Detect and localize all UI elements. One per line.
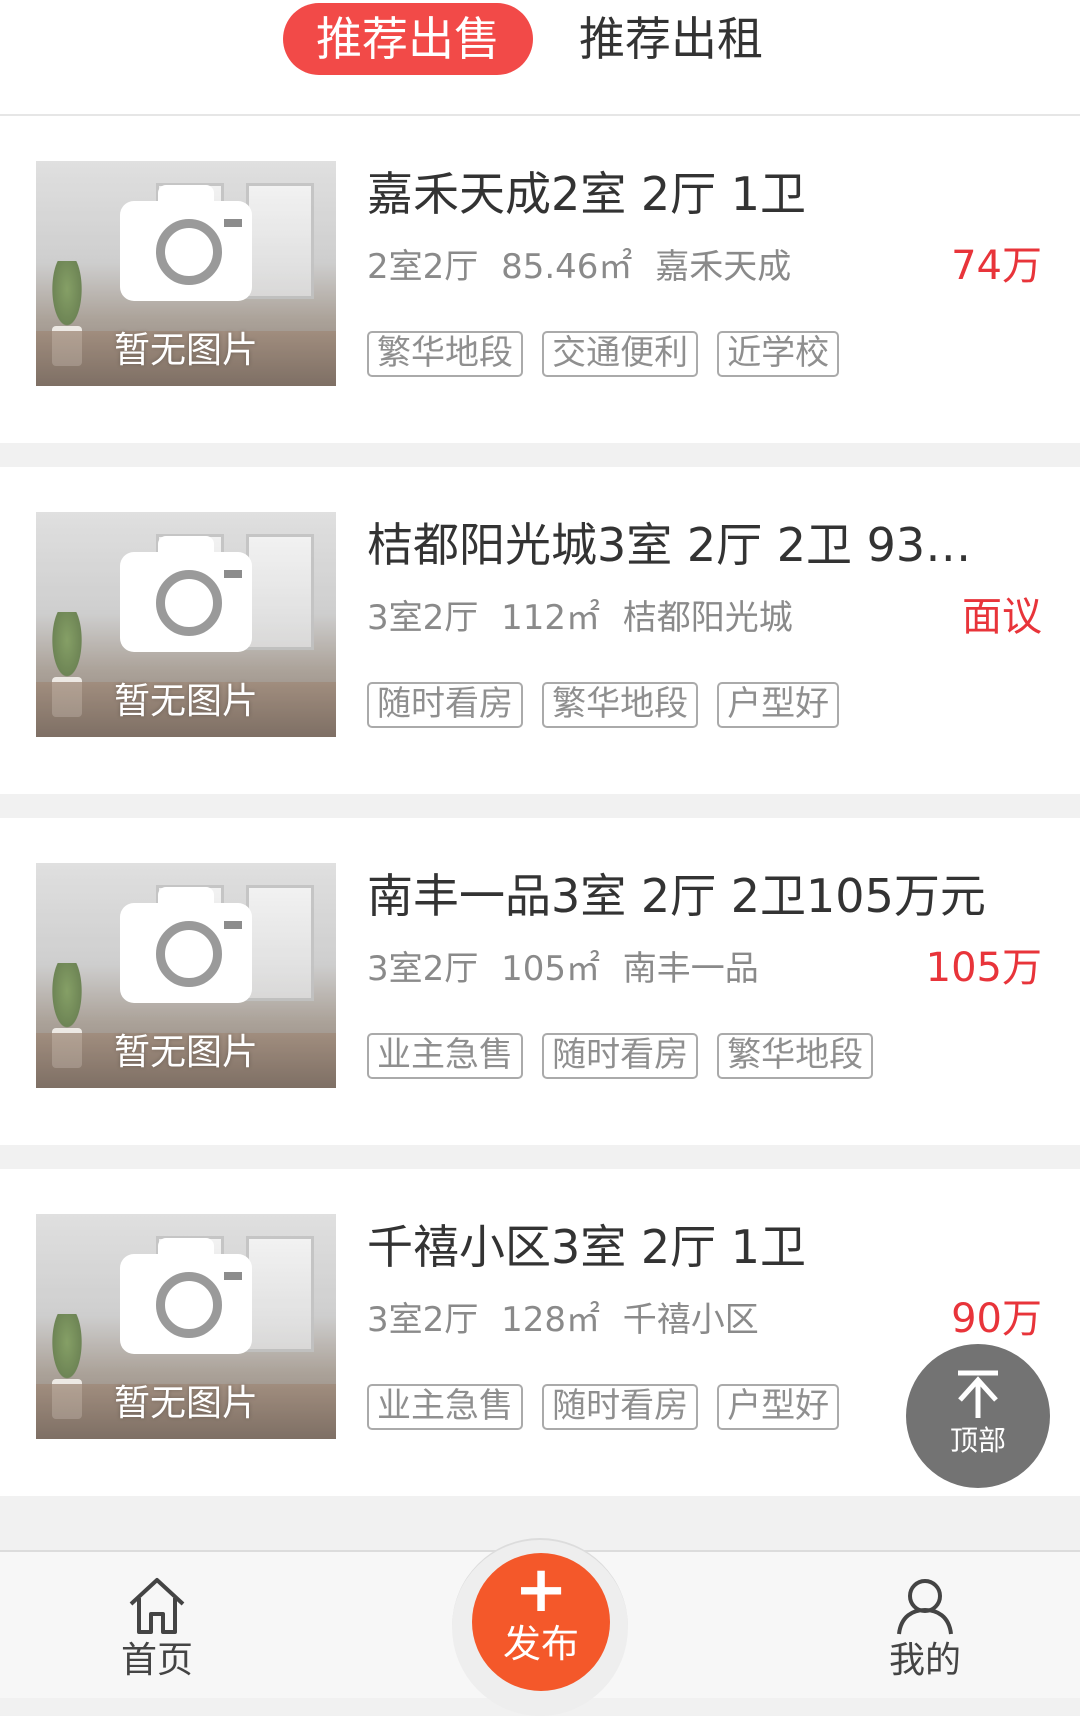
camera-icon [120, 1238, 252, 1354]
listing-tags: 业主急售 随时看房 繁华地段 [367, 1033, 887, 1079]
listing-area: 128㎡ [501, 1300, 600, 1340]
no-image-label: 暂无图片 [114, 1383, 259, 1424]
no-image-label: 暂无图片 [114, 681, 259, 722]
camera-icon [120, 887, 252, 1003]
user-icon [897, 1579, 953, 1635]
listing-list: 暂无图片 嘉禾天成2室 2厅 1卫 2室2厅 85.46㎡ 嘉禾天成 74万 繁… [0, 116, 1080, 1520]
listing-layout: 2室2厅 [367, 247, 479, 287]
listing-area: 85.46㎡ [501, 247, 633, 287]
listing-tag: 繁华地段 [367, 331, 523, 377]
listing-title[interactable]: 桔都阳光城3室 2厅 2卫 930... [367, 517, 987, 573]
nav-home[interactable]: 首页 [77, 1552, 237, 1698]
listing-tag: 近学校 [717, 331, 840, 377]
listing-price: 105万 [925, 945, 1042, 991]
listing-price: 74万 [951, 243, 1042, 289]
listing-title[interactable]: 千禧小区3室 2厅 1卫 [367, 1219, 987, 1275]
listing-thumbnail: 暂无图片 [36, 1214, 336, 1439]
tab-recommended-rent[interactable]: 推荐出租 [560, 3, 782, 75]
listing-meta: 3室2厅 128㎡ 千禧小区 [367, 1297, 771, 1343]
listing-tags: 随时看房 繁华地段 户型好 [367, 682, 853, 728]
plus-icon: + [514, 1553, 568, 1627]
listing-tag: 繁华地段 [542, 682, 699, 728]
listing-meta: 3室2厅 112㎡ 桔都阳光城 [367, 595, 805, 641]
listing-title[interactable]: 嘉禾天成2室 2厅 1卫 [367, 166, 987, 222]
listing-tag: 随时看房 [367, 682, 523, 728]
listing-community: 千禧小区 [622, 1300, 759, 1340]
publish-button[interactable]: + 发布 [472, 1553, 610, 1691]
nav-home-label: 首页 [120, 1640, 193, 1681]
tab-recommended-sale[interactable]: 推荐出售 [283, 3, 533, 75]
listing-tag: 户型好 [717, 1384, 840, 1430]
arrow-up-icon [958, 1370, 998, 1418]
listing-card[interactable]: 暂无图片 南丰一品3室 2厅 2卫105万元 3室2厅 105㎡ 南丰一品 10… [0, 818, 1080, 1145]
camera-icon [120, 536, 252, 652]
publish-label: 发布 [502, 1622, 579, 1666]
back-to-top-button[interactable]: 顶部 [906, 1344, 1050, 1488]
listing-layout: 3室2厅 [367, 1300, 479, 1340]
listing-area: 112㎡ [501, 598, 600, 638]
listing-tag: 交通便利 [542, 331, 699, 377]
listing-tags: 业主急售 随时看房 户型好 [367, 1384, 853, 1430]
listing-tag: 随时看房 [542, 1033, 699, 1079]
listing-title[interactable]: 南丰一品3室 2厅 2卫105万元 [367, 868, 987, 924]
listing-price: 面议 [962, 594, 1042, 640]
listing-price: 90万 [951, 1296, 1042, 1342]
listing-meta: 2室2厅 85.46㎡ 嘉禾天成 [367, 244, 803, 290]
nav-mine[interactable]: 我的 [845, 1552, 1005, 1698]
listing-thumbnail: 暂无图片 [36, 863, 336, 1088]
listing-tag: 随时看房 [542, 1384, 699, 1430]
listing-thumbnail: 暂无图片 [36, 512, 336, 737]
listing-area: 105㎡ [501, 949, 600, 989]
no-image-label: 暂无图片 [114, 330, 259, 371]
listing-layout: 3室2厅 [367, 598, 479, 638]
listing-thumbnail: 暂无图片 [36, 161, 336, 386]
no-image-label: 暂无图片 [114, 1032, 259, 1073]
back-to-top-label: 顶部 [949, 1424, 1006, 1457]
listing-meta: 3室2厅 105㎡ 南丰一品 [367, 946, 771, 992]
listing-card[interactable]: 暂无图片 嘉禾天成2室 2厅 1卫 2室2厅 85.46㎡ 嘉禾天成 74万 繁… [0, 116, 1080, 443]
listing-tag: 繁华地段 [717, 1033, 874, 1079]
listing-community: 南丰一品 [622, 949, 759, 989]
listing-tag: 业主急售 [367, 1384, 523, 1430]
listing-layout: 3室2厅 [367, 949, 479, 989]
listing-community: 桔都阳光城 [622, 598, 793, 638]
listing-tag: 户型好 [717, 682, 840, 728]
top-tab-bar: 推荐出售 推荐出租 [0, 0, 1080, 116]
listing-community: 嘉禾天成 [655, 247, 792, 287]
listing-card[interactable]: 暂无图片 桔都阳光城3室 2厅 2卫 930... 3室2厅 112㎡ 桔都阳光… [0, 467, 1080, 794]
home-icon [129, 1578, 185, 1634]
listing-tag: 业主急售 [367, 1033, 523, 1079]
nav-mine-label: 我的 [888, 1640, 961, 1681]
camera-icon [120, 185, 252, 301]
listing-tags: 繁华地段 交通便利 近学校 [367, 331, 853, 377]
